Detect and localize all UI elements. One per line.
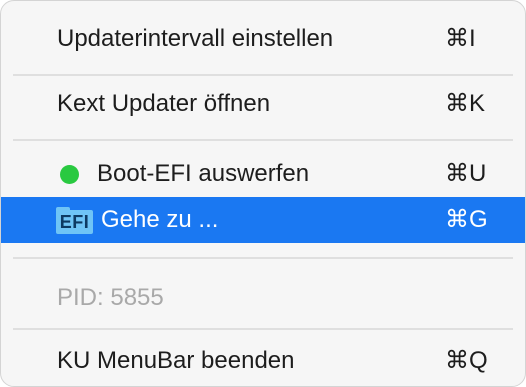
menu-item-shortcut: ⌘I: [445, 25, 476, 52]
menu-item-label: PID: 5855: [57, 284, 164, 311]
menu-separator: [13, 257, 513, 259]
menu-item-label: Kext Updater öffnen: [57, 90, 271, 117]
menu-item-shortcut: ⌘U: [445, 160, 487, 187]
menu-separator: [13, 139, 513, 141]
menu-item-label: Boot-EFI auswerfen: [97, 160, 310, 187]
menu-item-label: Gehe zu ...: [101, 206, 219, 233]
menu-item-open-kext-updater[interactable]: Kext Updater öffnen ⌘K: [1, 81, 525, 127]
dropdown-menu: Updaterintervall einstellen ⌘I Kext Upda…: [0, 0, 526, 387]
efi-folder-icon: EFI: [56, 207, 93, 234]
menu-item-label: KU MenuBar beenden: [57, 347, 295, 374]
menu-item-set-update-interval[interactable]: Updaterintervall einstellen ⌘I: [1, 16, 525, 62]
status-dot-icon: [60, 165, 79, 184]
menu-item-label: Updaterintervall einstellen: [57, 25, 334, 52]
menu-item-quit-ku-menubar[interactable]: KU MenuBar beenden ⌘Q: [1, 338, 525, 384]
menu-item-eject-boot-efi[interactable]: Boot-EFI auswerfen ⌘U: [1, 151, 525, 197]
menu-item-go-to[interactable]: EFI Gehe zu ... ⌘G: [1, 197, 525, 243]
menu-separator: [13, 74, 513, 76]
menu-item-shortcut: ⌘Q: [445, 347, 488, 374]
efi-folder-icon-label: EFI: [56, 210, 93, 234]
menu-item-pid: PID: 5855: [1, 275, 525, 321]
menu-separator: [13, 328, 513, 330]
menu-item-shortcut: ⌘K: [445, 90, 486, 117]
menu-item-shortcut: ⌘G: [445, 206, 488, 233]
